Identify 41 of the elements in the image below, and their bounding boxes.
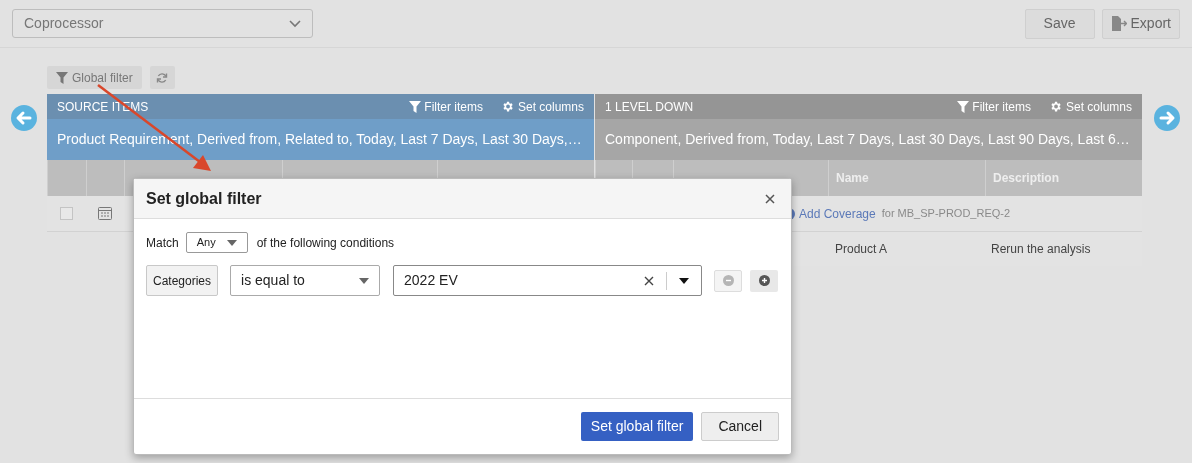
save-button[interactable]: Save <box>1024 8 1095 39</box>
match-suffix: of the following conditions <box>256 234 395 252</box>
set-columns-button[interactable]: Set columns <box>500 97 584 116</box>
operator-select[interactable]: is equal to <box>230 265 381 296</box>
panel-title: 1 LEVEL DOWN <box>605 98 694 116</box>
caret-icon <box>679 277 690 284</box>
set-global-filter-button[interactable]: Set global filter <box>580 412 694 441</box>
filter-icon <box>56 71 68 84</box>
value-field[interactable]: 2022 EV <box>393 265 703 296</box>
global-filter-button[interactable]: Global filter <box>47 66 142 89</box>
field-value: 2022 EV <box>404 271 458 290</box>
export-button[interactable]: Export <box>1101 8 1180 39</box>
chevron-down-icon <box>289 19 301 28</box>
set-columns-button[interactable]: Set columns <box>1048 97 1132 116</box>
minus-circle-icon <box>722 275 734 286</box>
filter-icon <box>957 100 970 113</box>
panel-summary: Component, Derived from, Today, Last 7 Days, Last 30 Days, Last 90 Days, Last 6… <box>595 119 1142 160</box>
cancel-button[interactable]: Cancel <box>701 412 779 441</box>
project-select[interactable]: Coprocessor <box>12 9 313 38</box>
table-cell-text: Product A <box>834 241 889 258</box>
match-select[interactable]: Any <box>185 232 248 253</box>
caret-icon <box>359 277 370 284</box>
add-coverage-link[interactable]: Add Coverage <box>799 204 876 223</box>
caret-icon <box>226 239 237 246</box>
refresh-icon <box>156 71 169 84</box>
field-button[interactable]: Categories <box>146 265 219 296</box>
refresh-button[interactable] <box>149 66 175 89</box>
dialog-title: Set global filter <box>146 188 262 209</box>
add-condition-button[interactable] <box>750 269 779 292</box>
export-file-icon <box>1110 16 1127 31</box>
filter-items-button[interactable]: Filter items <box>957 97 1031 116</box>
calendar-icon <box>98 207 112 220</box>
match-label: Match <box>146 234 179 252</box>
row-checkbox[interactable] <box>60 207 73 220</box>
clear-icon[interactable] <box>644 275 655 286</box>
plus-circle-icon <box>758 275 770 286</box>
filter-items-button[interactable]: Filter items <box>409 97 483 116</box>
coverage-note: for MB_SP-PROD_REQ-2 <box>881 206 1011 222</box>
filter-icon <box>409 100 422 113</box>
close-icon[interactable] <box>765 193 775 204</box>
table-cell-text: Rerun the analysis <box>990 241 1092 258</box>
